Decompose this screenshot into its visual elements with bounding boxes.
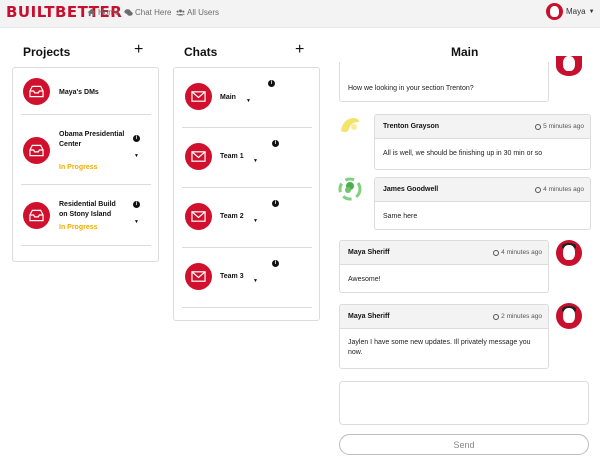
chat-item[interactable]: Team 2 i ▼ [174,188,319,247]
message-text: Same here [383,213,418,220]
chat-item[interactable]: Team 3 i ▼ [174,248,319,307]
project-item[interactable]: Maya's DMs [13,68,158,114]
message-time-text: 5 minutes ago [543,123,584,130]
chevron-down-icon[interactable]: ▼ [246,98,251,104]
chat-item[interactable]: Main i ▼ [174,68,319,127]
message-author: Trenton Grayson [383,123,440,130]
clock-icon [535,186,542,193]
message-time-text: 2 minutes ago [501,313,542,320]
chats-panel: Main i ▼ Team 1 i ▼ Team 2 i ▼ Team 3 i … [173,67,320,321]
avatar [556,56,582,76]
divider [182,307,312,308]
chevron-down-icon[interactable]: ▼ [253,278,258,284]
message-text: How we looking in your section Trenton? [348,85,474,92]
info-icon[interactable]: i [268,80,275,87]
envelope-icon [185,83,212,110]
projects-title: Projects [23,45,71,59]
divider [21,245,151,246]
nav-chat-link[interactable]: Chat Here [124,8,171,17]
inbox-icon [23,202,50,229]
message-author: James Goodwell [383,186,439,193]
avatar [556,303,582,329]
chevron-down-icon[interactable]: ▼ [253,218,258,224]
message-time-text: 4 minutes ago [543,186,584,193]
chats-title: Chats [184,45,218,59]
message-card: How we looking in your section Trenton? [339,62,549,102]
project-item[interactable]: Obama Presidential Center In Progress i … [13,115,158,184]
message-time: 5 minutes ago [535,123,584,130]
clock-icon [493,313,500,320]
clock-icon [493,249,500,256]
message-text: Awesome! [348,276,381,283]
chat-name: Team 1 [220,153,244,160]
add-project-button[interactable]: + [134,42,143,58]
nav-users-label: All Users [187,8,220,17]
chat-title: Main [451,45,479,59]
inbox-icon [23,137,50,164]
envelope-icon [185,203,212,230]
message-time: 2 minutes ago [493,313,542,320]
message-card: Maya Sheriff 4 minutes ago Awesome! [339,240,549,293]
add-chat-button[interactable]: + [295,42,304,58]
avatar [546,3,563,20]
user-menu[interactable]: Maya ▼ [546,3,595,20]
chevron-down-icon: ▼ [588,8,595,15]
envelope-icon [185,143,212,170]
nav-home-link[interactable]: Home [87,8,119,17]
message-time: 4 minutes ago [535,186,584,193]
message-card: Trenton Grayson 5 minutes ago All is wel… [374,114,591,170]
info-icon[interactable]: i [133,135,140,142]
avatar [556,240,582,266]
message-header: Trenton Grayson 5 minutes ago [375,115,590,139]
message-card: James Goodwell 4 minutes ago Same here [374,177,591,230]
home-icon [87,8,96,17]
project-name: Obama Presidential Center [59,131,125,148]
message-text: All is well, we should be finishing up i… [383,150,543,157]
info-icon[interactable]: i [133,201,140,208]
message-time: 4 minutes ago [493,249,542,256]
envelope-icon [185,263,212,290]
navbar: BUILTBETTER Home Chat Here All Users May… [0,0,600,28]
users-icon [176,9,185,16]
chevron-down-icon[interactable]: ▼ [134,153,139,159]
avatar [337,113,363,139]
projects-panel: Maya's DMs Obama Presidential Center In … [12,67,159,262]
chat-name: Main [220,94,236,101]
info-icon[interactable]: i [272,260,279,267]
nav-users-link[interactable]: All Users [176,8,219,17]
project-name: Residential Build on Stony Island [59,201,116,218]
clock-icon [535,123,542,130]
chat-item[interactable]: Team 1 i ▼ [174,128,319,187]
message-card: Maya Sheriff 2 minutes ago Jaylen I have… [339,304,549,369]
message-header: Maya Sheriff 4 minutes ago [340,241,548,265]
status-badge: In Progress [59,164,98,171]
nav-home-label: Home [98,8,120,17]
message-input[interactable] [339,381,589,425]
chat-name: Team 3 [220,273,244,280]
message-header: Maya Sheriff 2 minutes ago [340,305,548,329]
chevron-down-icon[interactable]: ▼ [253,158,258,164]
nav-chat-label: Chat Here [135,8,172,17]
send-button[interactable]: Send [339,434,589,455]
project-item[interactable]: Residential Build on Stony Island In Pro… [13,185,158,245]
message-time-text: 4 minutes ago [501,249,542,256]
inbox-icon [23,78,50,105]
status-badge: In Progress [59,224,98,231]
user-name: Maya [566,7,586,16]
project-name: Maya's DMs [59,89,99,96]
info-icon[interactable]: i [272,200,279,207]
chevron-down-icon[interactable]: ▼ [134,219,139,225]
info-icon[interactable]: i [272,140,279,147]
chat-bubbles-icon [124,9,133,16]
avatar [337,176,363,202]
message-text: Jaylen I have some new updates. Ill priv… [348,339,531,356]
chat-name: Team 2 [220,213,244,220]
message-header: James Goodwell 4 minutes ago [375,178,590,202]
message-author: Maya Sheriff [348,313,390,320]
message-author: Maya Sheriff [348,249,390,256]
